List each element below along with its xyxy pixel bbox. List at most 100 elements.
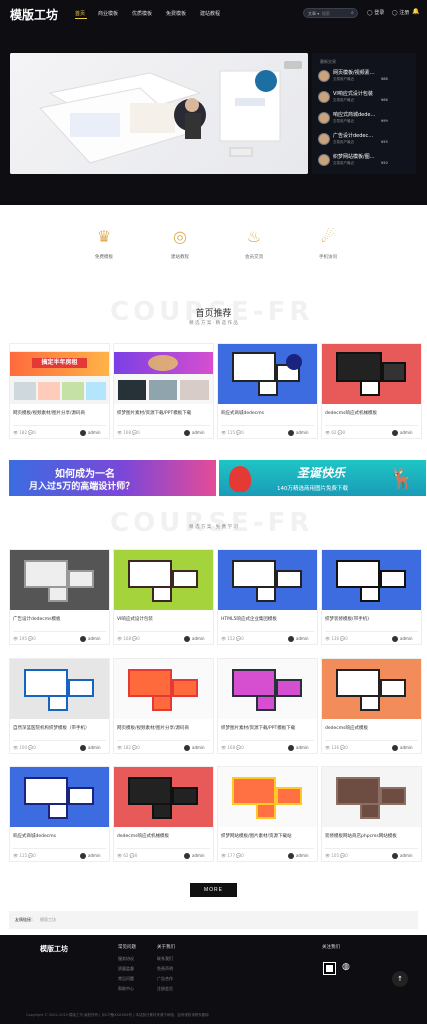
back-to-top-button[interactable]: ↑: [392, 971, 408, 987]
card-title[interactable]: dedecms响应式模板: [325, 725, 420, 731]
login-link[interactable]: ◯ 登录: [367, 9, 384, 16]
card-title[interactable]: 织梦装修模板(带手机): [325, 616, 420, 622]
card-title[interactable]: 织梦图片素材/资源下载/PPT模板下载: [221, 725, 316, 731]
card-title[interactable]: 网页模板/视频素材/图片分享/源码商: [117, 725, 212, 731]
card-thumbnail: 搞定半年房租: [10, 344, 109, 404]
trade-item[interactable]: 网页模板/视频素… 交易用户最近 ¥88: [318, 68, 414, 88]
card-title[interactable]: HTML5响应式企业集团模板: [221, 616, 316, 622]
card-author[interactable]: admin: [392, 636, 413, 642]
card-author[interactable]: admin: [80, 853, 101, 859]
nav-tutorials[interactable]: 建站教程: [200, 10, 220, 17]
card-author[interactable]: admin: [184, 430, 205, 436]
card-title[interactable]: 广告设计dedecms模板: [13, 616, 108, 622]
card-stats: 👁 105 💬0: [325, 853, 348, 858]
footer-col-title: 常见问题: [118, 945, 136, 950]
footer-link[interactable]: 质量监督: [118, 966, 134, 972]
card-thumbnail: [322, 550, 421, 610]
card-author[interactable]: admin: [184, 853, 205, 859]
card-author[interactable]: admin: [288, 853, 309, 859]
template-card[interactable]: 响应式商城dedecms 👁 115 💬0 admin: [9, 766, 110, 862]
template-card[interactable]: VI响应式设计包装 👁 168 💬0 admin: [113, 549, 214, 645]
trade-item[interactable]: 广告设计dedec… 交易用户最近 ¥55: [318, 131, 414, 151]
template-card[interactable]: 织梦装修模板(带手机) 👁 136 💬0 admin: [321, 549, 422, 645]
more-button[interactable]: MORE: [190, 883, 237, 897]
card-title[interactable]: 自然深蓝医院机构织梦模板（带手机）: [13, 725, 108, 731]
template-card[interactable]: 响应式商城dedecms 👁 115 💬0 admin: [217, 343, 318, 439]
feature-members[interactable]: ♨ 会员交流: [234, 226, 274, 260]
divider: [325, 848, 418, 849]
notification-icon[interactable]: 🔔: [412, 8, 419, 15]
trade-price: ¥88: [381, 77, 388, 81]
weibo-icon[interactable]: ◍: [342, 962, 350, 972]
card-title[interactable]: 响应式商城dedecms: [13, 833, 108, 839]
card-author[interactable]: admin: [392, 745, 413, 751]
footer-link[interactable]: 常见问题: [118, 976, 134, 982]
ad-banner-designer[interactable]: 如何成为一名 月入过5万的高端设计师？: [9, 460, 216, 496]
footer-logo[interactable]: 模版工坊: [40, 944, 68, 954]
footer-link[interactable]: 服务协议: [118, 956, 134, 962]
card-title[interactable]: VI响应式设计包装: [117, 616, 212, 622]
card-title[interactable]: 响应式商城dedecms: [221, 410, 316, 416]
search-scope-select[interactable]: 文章 ▾: [308, 11, 319, 17]
template-card[interactable]: dedecms响应式机械模板 👁 62 💬0 admin: [321, 343, 422, 439]
template-card[interactable]: 广告设计dedecms模板 👁 195 💬0 admin: [9, 549, 110, 645]
card-title[interactable]: 网页模板/视频素材/图片分享/源码商: [13, 410, 108, 416]
template-card[interactable]: 织梦图片素材/资源下载/PPT模板下载 👁 168 💬0 admin: [113, 343, 214, 439]
site-logo[interactable]: 模版工坊: [10, 6, 58, 23]
template-card[interactable]: HTML5响应式企业集团模板 👁 152 💬0 admin: [217, 549, 318, 645]
feature-mobile[interactable]: ☄ 手机访问: [308, 226, 348, 260]
qrcode-icon[interactable]: [323, 962, 336, 975]
card-author[interactable]: admin: [80, 636, 101, 642]
card-author[interactable]: admin: [288, 430, 309, 436]
nav-free-templates[interactable]: 免费模板: [166, 10, 186, 17]
footer-link[interactable]: 注册会员: [157, 986, 173, 992]
feature-tutorials[interactable]: ◎ 建站教程: [160, 226, 200, 260]
reindeer-icon: 🦌: [389, 466, 414, 490]
footer-link[interactable]: 免责声明: [157, 966, 173, 972]
template-card[interactable]: dedecms响应式机械模板 👁 62 💬0 admin: [113, 766, 214, 862]
card-title[interactable]: 装修模板网站商店phpcms网站模板: [325, 833, 420, 839]
trade-meta: 交易用户最近: [333, 98, 354, 102]
search-icon[interactable]: ⌕: [351, 10, 354, 16]
footer-link[interactable]: 帮助中心: [118, 986, 134, 992]
template-card[interactable]: 装修模板网站商店phpcms网站模板 👁 105 💬0 admin: [321, 766, 422, 862]
template-card[interactable]: dedecms响应式模板 👁 136 💬0 admin: [321, 658, 422, 754]
card-author[interactable]: admin: [288, 636, 309, 642]
avatar: [318, 91, 330, 103]
template-card[interactable]: 织梦图片素材/资源下载/PPT模板下载 👁 168 💬0 admin: [217, 658, 318, 754]
footer-link[interactable]: 联系我们: [157, 956, 173, 962]
card-author[interactable]: admin: [392, 430, 413, 436]
register-link[interactable]: ◯ 注册: [392, 9, 409, 16]
card-title[interactable]: dedecms响应式机械模板: [117, 833, 212, 839]
template-card[interactable]: 搞定半年房租 网页模板/视频素材/图片分享/源码商 👁 182 💬0 admin: [9, 343, 110, 439]
nav-business-templates[interactable]: 商业模板: [98, 10, 118, 17]
ad-banner-christmas[interactable]: 🦌 圣诞快乐 140万精选商用图片免费下载: [219, 460, 426, 496]
trade-item[interactable]: 织梦网站模板/图… 交易用户最近 ¥50: [318, 152, 414, 172]
template-card[interactable]: 织梦网站模板/图片素材/资源下载站 👁 177 💬0 admin: [217, 766, 318, 862]
feature-label: 手机访问: [319, 255, 337, 260]
card-author[interactable]: admin: [288, 745, 309, 751]
card-author[interactable]: admin: [80, 430, 101, 436]
card-author[interactable]: admin: [184, 636, 205, 642]
search-input[interactable]: [322, 10, 352, 17]
card-author[interactable]: admin: [184, 745, 205, 751]
card-title[interactable]: dedecms响应式机械模板: [325, 410, 420, 416]
hero-slide[interactable]: [10, 53, 308, 174]
divider: [13, 631, 106, 632]
nav-home[interactable]: 首页: [75, 10, 85, 17]
trade-item[interactable]: 响应式商城dede… 交易用户最近 ¥99: [318, 110, 414, 130]
trade-item[interactable]: VI响应式设计包装 交易用户最近 ¥66: [318, 89, 414, 109]
template-card[interactable]: 网页模板/视频素材/图片分享/源码商 👁 182 💬0 admin: [113, 658, 214, 754]
friend-link[interactable]: 模版工坊: [40, 917, 56, 923]
card-author[interactable]: admin: [80, 745, 101, 751]
banner-subheadline: 月入过5万的高端设计师？: [29, 482, 135, 492]
register-label: 注册: [399, 10, 410, 16]
feature-free-templates[interactable]: ♛ 免费模板: [84, 226, 124, 260]
footer-link[interactable]: 广告合作: [157, 976, 173, 982]
nav-quality-templates[interactable]: 优质模板: [132, 10, 152, 17]
card-title[interactable]: 织梦图片素材/资源下载/PPT模板下载: [117, 410, 212, 416]
card-title[interactable]: 织梦网站模板/图片素材/资源下载站: [221, 833, 316, 839]
avatar: [318, 112, 330, 124]
card-author[interactable]: admin: [392, 853, 413, 859]
template-card[interactable]: 自然深蓝医院机构织梦模板（带手机） 👁 100 💬0 admin: [9, 658, 110, 754]
